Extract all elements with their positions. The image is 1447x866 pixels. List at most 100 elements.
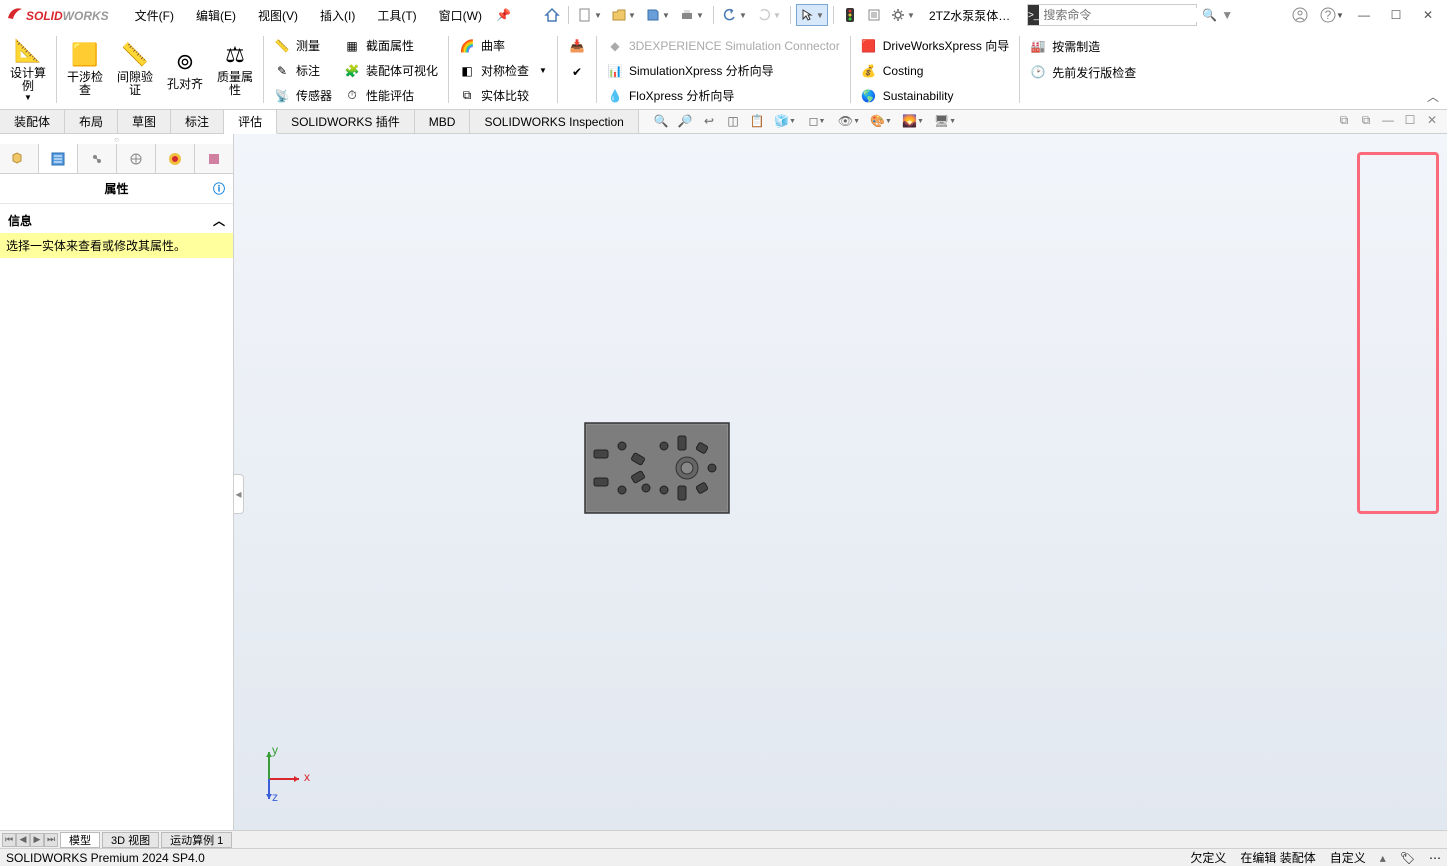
zoom-area-icon[interactable]: 🔎 (674, 111, 696, 131)
driveworks-button[interactable]: 🟥DriveWorksXpress 向导 (855, 34, 1015, 57)
status-more-icon[interactable]: ⋯ (1429, 851, 1441, 865)
simxpress-button[interactable]: 📊SimulationXpress 分析向导 (601, 59, 846, 82)
collapse-icon[interactable]: ︿ (213, 212, 225, 229)
view-triad[interactable]: x y z (254, 744, 314, 804)
costing-button[interactable]: 💰Costing (855, 59, 1015, 82)
measure-button[interactable]: 📏测量 (268, 34, 338, 57)
maximize-button[interactable]: ☐ (1383, 4, 1409, 26)
menu-view[interactable]: 视图(V) (252, 5, 304, 26)
section-view-icon[interactable]: ◫ (722, 111, 744, 131)
dynamic-annot-icon[interactable]: 📋 (746, 111, 768, 131)
appearance-icon[interactable]: 🎨▼ (866, 111, 896, 131)
markup-button[interactable]: ✎标注 (268, 59, 338, 82)
config-tab[interactable] (78, 144, 117, 173)
asm-vis-button[interactable]: 🧩装配体可视化 (338, 59, 444, 82)
chevron-up-icon[interactable]: ▴ (1380, 851, 1386, 865)
tab-nav-first[interactable]: ⏮ (2, 833, 16, 847)
menu-tools[interactable]: 工具(T) (371, 5, 422, 26)
floxpress-button[interactable]: 💧FloXpress 分析向导 (601, 84, 846, 107)
menu-window[interactable]: 窗口(W) (433, 5, 488, 26)
undo-button[interactable]: ▼ (719, 4, 751, 26)
tab-layout[interactable]: 布局 (65, 110, 118, 133)
sensor-button[interactable]: 📡传感器 (268, 84, 338, 107)
doc-new-window-icon[interactable]: ⧉ (1357, 111, 1375, 129)
perf-eval-button[interactable]: ⏱性能评估 (338, 84, 444, 107)
traffic-light-icon[interactable] (839, 4, 861, 26)
save-button[interactable]: ▼ (642, 4, 674, 26)
panel-drag-handle[interactable]: ○ (0, 134, 233, 144)
sustainability-button[interactable]: 🌎Sustainability (855, 84, 1015, 107)
interference-button[interactable]: 🟨干涉检查 (61, 32, 109, 104)
minimize-button[interactable]: — (1351, 4, 1377, 26)
doc-link-icon[interactable]: ⧉ (1335, 111, 1353, 129)
tab-inspection[interactable]: SOLIDWORKS Inspection (470, 110, 638, 133)
pin-icon[interactable]: 📌 (496, 8, 511, 22)
display-tab[interactable] (156, 144, 195, 173)
symmetry-button[interactable]: ◧对称检查▼ (453, 59, 553, 82)
prev-release-button[interactable]: 🕑先前发行版检查 (1024, 60, 1142, 84)
display-style-icon[interactable]: ◻▼ (802, 111, 832, 131)
redo-button[interactable]: ▼ (753, 4, 785, 26)
hole-align-button[interactable]: ⊚孔对齐 (161, 32, 209, 104)
tab-addins[interactable]: SOLIDWORKS 插件 (277, 110, 415, 133)
tab-assembly[interactable]: 装配体 (0, 110, 65, 133)
import-diag-button[interactable]: 📥 (569, 34, 585, 58)
bottom-tab-motion1[interactable]: 运动算例 1 (161, 832, 232, 848)
dfm-button[interactable]: 🏭按需制造 (1024, 34, 1142, 58)
select-tool[interactable]: ▼ (796, 4, 828, 26)
search-dropdown-icon[interactable]: ▼ (1221, 8, 1233, 22)
tab-evaluate[interactable]: 评估 (224, 110, 277, 134)
new-button[interactable]: ▼ (574, 4, 606, 26)
section-props-button[interactable]: ▦截面属性 (338, 34, 444, 57)
menu-edit[interactable]: 编辑(E) (190, 5, 242, 26)
check-button[interactable]: ✔ (569, 60, 585, 84)
status-tag-icon[interactable]: 🏷 (1400, 851, 1415, 865)
search-input[interactable] (1039, 8, 1202, 22)
settings-button[interactable]: ▼ (887, 4, 919, 26)
ribbon-collapse-button[interactable]: ︿ (1427, 88, 1439, 105)
graphics-area[interactable]: ◂ x y z (234, 134, 1447, 830)
help-icon[interactable]: ?▼ (1319, 4, 1345, 26)
tab-mbd[interactable]: MBD (415, 110, 471, 133)
compare-button[interactable]: ⧉实体比较 (453, 84, 553, 107)
property-manager-tab[interactable] (39, 144, 78, 173)
zoom-fit-icon[interactable]: 🔍 (650, 111, 672, 131)
home-button[interactable] (541, 4, 563, 26)
doc-maximize-icon[interactable]: ☐ (1401, 111, 1419, 129)
scene-icon[interactable]: 🌄▼ (898, 111, 928, 131)
bottom-tab-model[interactable]: 模型 (60, 832, 100, 848)
menu-file[interactable]: 文件(F) (129, 5, 180, 26)
command-search[interactable]: >_ 🔍 ▼ (1027, 4, 1197, 26)
appearance-tab[interactable] (195, 144, 233, 173)
prev-view-icon[interactable]: ↩ (698, 111, 720, 131)
search-icon[interactable]: 🔍 (1202, 8, 1217, 22)
print-button[interactable]: ▼ (676, 4, 708, 26)
view-settings-icon[interactable]: 🖥▼ (930, 111, 960, 131)
doc-close-icon[interactable]: ✕ (1423, 111, 1441, 129)
tab-nav-prev[interactable]: ◀ (16, 833, 30, 847)
menu-insert[interactable]: 插入(I) (314, 5, 361, 26)
open-button[interactable]: ▼ (608, 4, 640, 26)
curvature-button[interactable]: 🌈曲率 (453, 34, 553, 57)
close-button[interactable]: ✕ (1415, 4, 1441, 26)
view-orient-icon[interactable]: 🧊▼ (770, 111, 800, 131)
tab-sketch[interactable]: 草图 (118, 110, 171, 133)
model-3d-view[interactable] (584, 422, 730, 514)
panel-help-icon[interactable]: ⓘ (213, 180, 225, 197)
tab-nav-last[interactable]: ⏭ (44, 833, 58, 847)
hide-show-icon[interactable]: 👁▼ (834, 111, 864, 131)
options-icon[interactable] (863, 4, 885, 26)
panel-collapse-handle[interactable]: ◂ (234, 474, 244, 514)
mass-props-button[interactable]: ⚖质量属性 (211, 32, 259, 104)
tab-annotate[interactable]: 标注 (171, 110, 224, 133)
design-study-button[interactable]: 📐 设计算例 ▼ (4, 32, 52, 104)
section-header[interactable]: 信息 ︿ (8, 208, 225, 233)
bottom-tab-3dview[interactable]: 3D 视图 (102, 832, 159, 848)
doc-minimize-icon[interactable]: — (1379, 111, 1397, 129)
tab-nav-next[interactable]: ▶ (30, 833, 44, 847)
clearance-button[interactable]: 📏间隙验证 (111, 32, 159, 104)
feature-tree-tab[interactable] (0, 144, 39, 173)
dimxpert-tab[interactable] (117, 144, 156, 173)
status-custom[interactable]: 自定义 (1330, 849, 1366, 866)
user-icon[interactable] (1287, 4, 1313, 26)
